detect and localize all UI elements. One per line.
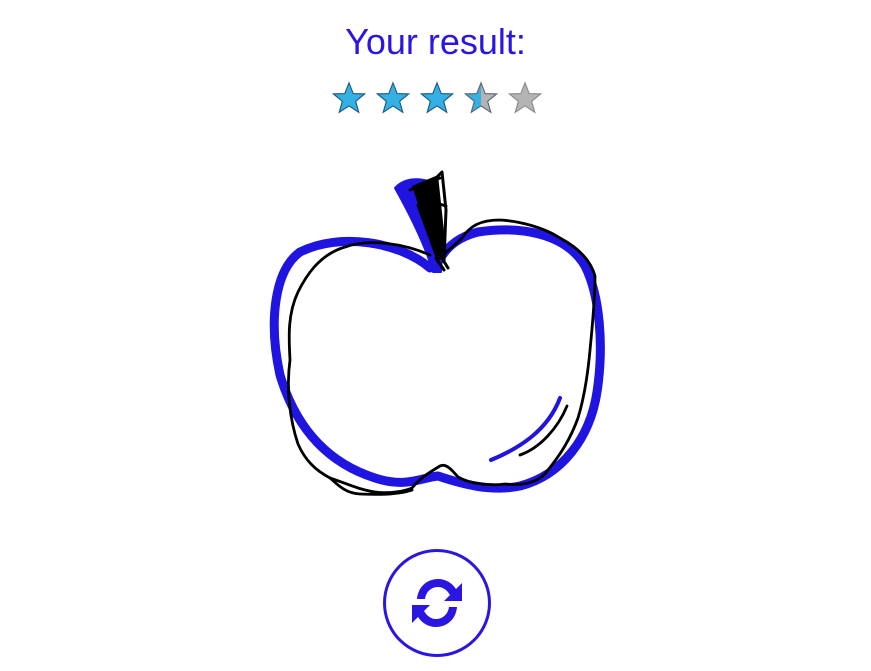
result-title: Your result: — [345, 21, 526, 62]
star-icon-3 — [419, 81, 455, 114]
star-rating — [330, 80, 545, 118]
star-icon-1 — [331, 81, 367, 114]
user-sketch-shine — [518, 404, 569, 457]
user-sketch — [287, 170, 597, 496]
refresh-icon — [412, 579, 462, 627]
star-empty-icon — [507, 81, 543, 114]
retry-button[interactable] — [383, 549, 491, 657]
star-icon-2 — [375, 81, 411, 114]
reference-apple-shine — [489, 396, 562, 462]
star-half-icon — [463, 81, 499, 114]
drawing-canvas — [269, 170, 605, 496]
